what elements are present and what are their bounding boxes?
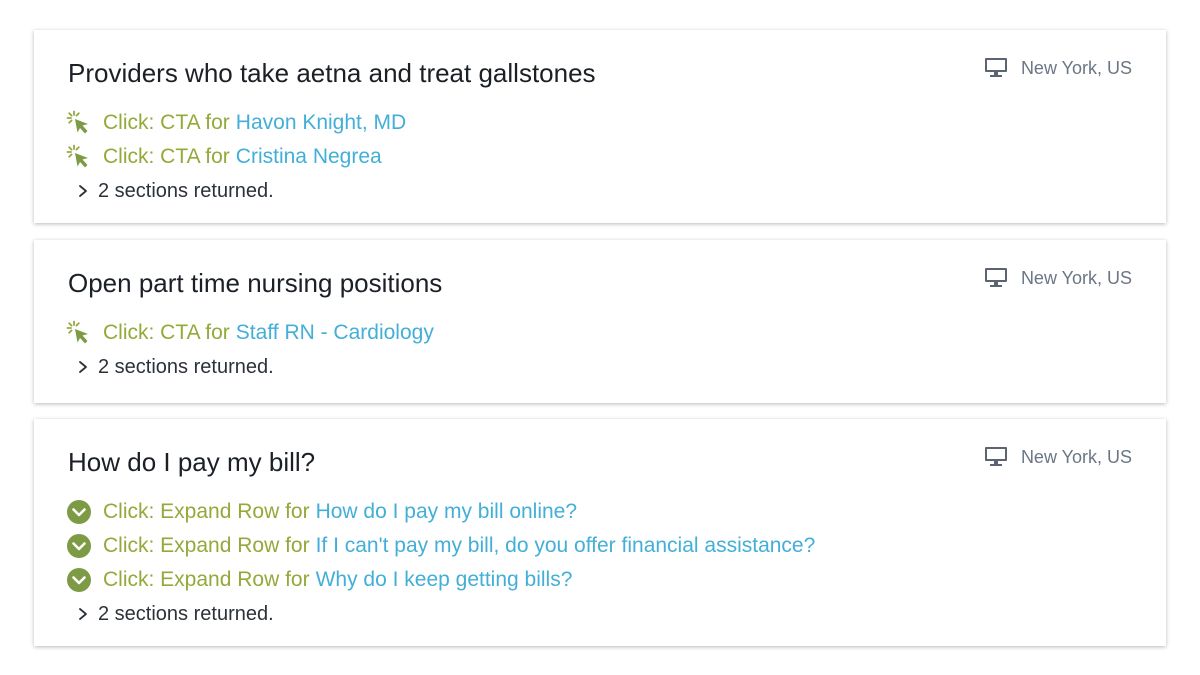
- cursor-click-icon: [66, 144, 88, 168]
- chevron-right-icon: [79, 608, 87, 620]
- event-target-link[interactable]: Cristina Negrea: [236, 145, 382, 169]
- event-target-link[interactable]: Havon Knight, MD: [236, 111, 406, 135]
- sections-returned-toggle[interactable]: 2 sections returned.: [66, 597, 815, 631]
- search-session-card: How do I pay my bill? New York, US Click…: [34, 419, 1166, 646]
- desktop-monitor-icon: [984, 58, 1007, 77]
- click-event: Click: CTA for Havon Knight, MD: [66, 106, 406, 140]
- search-session-card: Providers who take aetna and treat galls…: [34, 30, 1166, 223]
- search-query: How do I pay my bill?: [68, 447, 316, 477]
- search-query: Providers who take aetna and treat galls…: [68, 58, 596, 88]
- desktop-monitor-icon: [984, 268, 1007, 287]
- search-session-card: Open part time nursing positions New Yor…: [34, 240, 1166, 403]
- event-target-link[interactable]: How do I pay my bill online?: [316, 500, 577, 524]
- event-list: Click: CTA for Staff RN - Cardiology 2 s…: [66, 316, 434, 384]
- expand-row-icon: [67, 500, 91, 524]
- location-info: New York, US: [984, 446, 1132, 468]
- location-label: New York, US: [1020, 267, 1132, 288]
- event-action: Click: Expand Row for: [103, 534, 310, 557]
- chevron-right-icon: [79, 361, 87, 373]
- sections-returned-toggle[interactable]: 2 sections returned.: [66, 174, 406, 208]
- cursor-click-icon: [66, 320, 88, 344]
- event-target-link[interactable]: If I can't pay my bill, do you offer fin…: [316, 534, 816, 558]
- event-list: Click: Expand Row for How do I pay my bi…: [66, 495, 815, 631]
- click-event: Click: CTA for Staff RN - Cardiology: [66, 316, 434, 350]
- location-label: New York, US: [1020, 57, 1132, 78]
- expand-row-icon: [67, 568, 91, 592]
- location-info: New York, US: [984, 57, 1132, 79]
- event-target-link[interactable]: Staff RN - Cardiology: [236, 321, 434, 345]
- sections-returned-label: 2 sections returned.: [98, 179, 274, 202]
- event-action: Click: CTA for: [103, 145, 230, 168]
- search-query: Open part time nursing positions: [68, 268, 443, 298]
- sections-returned-toggle[interactable]: 2 sections returned.: [66, 350, 434, 384]
- location-info: New York, US: [984, 267, 1132, 289]
- expand-row-event: Click: Expand Row for How do I pay my bi…: [66, 495, 815, 529]
- event-action: Click: CTA for: [103, 111, 230, 134]
- event-action: Click: Expand Row for: [103, 568, 310, 591]
- event-target-link[interactable]: Why do I keep getting bills?: [316, 568, 573, 592]
- cursor-click-icon: [66, 110, 88, 134]
- event-action: Click: CTA for: [103, 321, 230, 344]
- expand-row-icon: [67, 534, 91, 558]
- event-list: Click: CTA for Havon Knight, MD Click: C…: [66, 106, 406, 208]
- location-label: New York, US: [1020, 446, 1132, 467]
- desktop-monitor-icon: [984, 447, 1007, 466]
- chevron-right-icon: [79, 185, 87, 197]
- sections-returned-label: 2 sections returned.: [98, 602, 274, 625]
- expand-row-event: Click: Expand Row for Why do I keep gett…: [66, 563, 815, 597]
- event-action: Click: Expand Row for: [103, 500, 310, 523]
- sections-returned-label: 2 sections returned.: [98, 355, 274, 378]
- click-event: Click: CTA for Cristina Negrea: [66, 140, 406, 174]
- expand-row-event: Click: Expand Row for If I can't pay my …: [66, 529, 815, 563]
